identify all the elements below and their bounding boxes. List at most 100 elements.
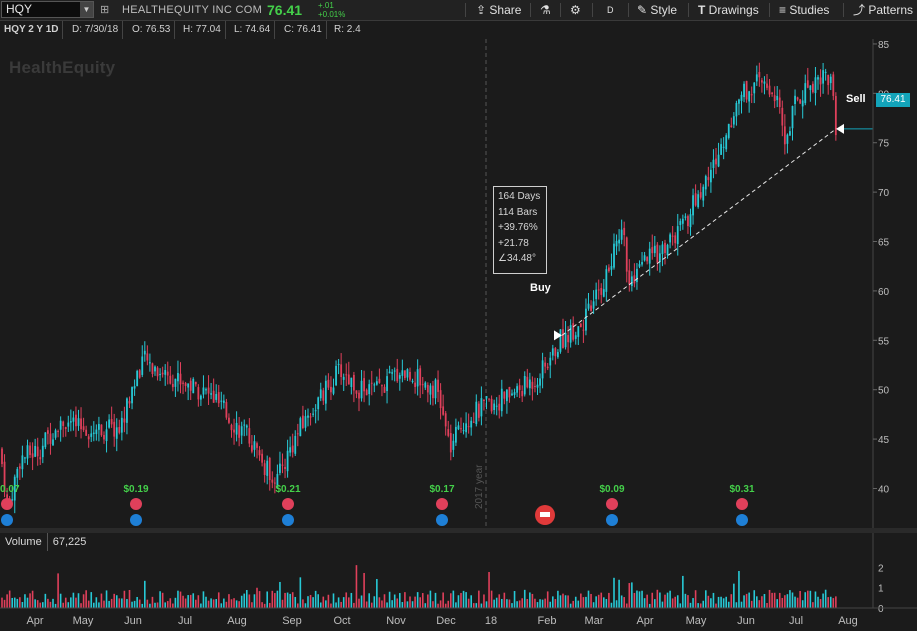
candle-body (169, 375, 172, 384)
style-button[interactable]: ✎ Style (637, 0, 677, 20)
gear-icon[interactable]: ⚙ (570, 0, 581, 20)
candle-body (414, 382, 416, 387)
volume-bar (113, 593, 115, 608)
volume-bar (745, 593, 748, 608)
dividend-blue-icon (436, 514, 448, 526)
volume-chart[interactable]: 210 Apr May Jun Jul Aug Sep Oct Nov Dec 18 Feb Mar A… (0, 533, 917, 631)
volume-bar (370, 602, 373, 608)
volume-bar (235, 600, 238, 608)
candle-body (322, 390, 325, 401)
candle-body (120, 417, 123, 433)
sell-arrow-icon (836, 123, 844, 134)
volume-bar (233, 598, 235, 608)
candle-body (704, 176, 707, 190)
candle-body (268, 457, 271, 481)
price-chart[interactable]: 2017 year $0.07 $0.19 $0.21 $0.17 $0.09 $0.31… (0, 39, 917, 528)
candle-body (829, 76, 832, 84)
volume-bar (243, 593, 246, 608)
measure-bubble[interactable]: 164 Days 114 Bars +39.76% +21.78 ∠34.48° (493, 186, 547, 274)
candle-body (475, 401, 478, 425)
candle-body (702, 186, 705, 201)
candle-body (554, 348, 557, 357)
volume-bar (368, 593, 370, 608)
candle-body (773, 95, 776, 102)
volume-bar (393, 594, 396, 608)
volume-bar (166, 601, 169, 608)
candles (1, 62, 837, 514)
volume-bar (189, 594, 192, 608)
volume-bar (450, 593, 452, 608)
measure-points: +21.78 (498, 237, 529, 249)
candle-body (648, 248, 651, 264)
volume-bar (228, 594, 230, 608)
candle-body (480, 398, 483, 417)
share-button[interactable]: ⇪ Share (476, 0, 521, 20)
divider (843, 3, 844, 17)
volume-bar (472, 603, 475, 608)
volume-bar (699, 603, 702, 608)
symbol-input[interactable]: HQY ▼ (1, 1, 94, 18)
volume-bar (498, 594, 501, 608)
dividend-red-icon (736, 498, 748, 510)
chevron-down-icon[interactable]: ▼ (80, 2, 93, 17)
volume-bar (508, 599, 511, 608)
candle-body (806, 80, 809, 88)
candle-body (572, 323, 575, 340)
volume-bar (654, 599, 656, 608)
volume-bar (549, 601, 552, 608)
dividend-blue-icon (606, 514, 618, 526)
patterns-button[interactable]: ⤴ Patterns (853, 0, 913, 20)
candle-body (72, 417, 75, 422)
volume-bar (778, 592, 781, 608)
share-icon: ⇪ (476, 3, 490, 17)
candle-body (608, 267, 610, 272)
candle-body (783, 126, 786, 145)
drawings-icon: T (698, 3, 709, 17)
date-readout: D: 7/30/18 (68, 21, 124, 39)
price-tick-label: 75 (878, 139, 890, 150)
price-axis[interactable]: 40455055606570758085 (872, 39, 917, 528)
candle-body (674, 235, 677, 244)
volume-bar (529, 592, 531, 608)
candle-body (582, 329, 585, 331)
volume-bar (197, 595, 200, 608)
candle-body (373, 384, 376, 386)
volume-bar (819, 599, 822, 608)
divider (560, 3, 561, 17)
grid-icon[interactable]: ⊞ (100, 0, 109, 20)
volume-bar (720, 596, 722, 608)
volume-bar (268, 602, 271, 608)
volume-bar (52, 598, 54, 608)
candle-body (85, 429, 88, 436)
volume-bar (694, 590, 697, 608)
candle-body (411, 380, 414, 383)
volume-bar (605, 599, 608, 608)
candle-body (467, 426, 470, 428)
flask-icon[interactable]: ⚗ (540, 0, 551, 20)
period-label[interactable]: HQY 2 Y 1D (0, 21, 64, 39)
volume-bar (223, 598, 225, 608)
volume-bar (230, 599, 233, 608)
candle-body (401, 370, 404, 376)
drawings-button[interactable]: T Drawings (698, 0, 759, 20)
volume-bar (554, 599, 557, 608)
candle-body (528, 379, 531, 389)
candle-body (324, 380, 327, 404)
volume-bar (753, 590, 756, 608)
candle-body (146, 353, 149, 361)
candle-body (304, 416, 307, 428)
volume-bar (404, 592, 406, 608)
volume-bar (470, 595, 472, 608)
candle-body (302, 415, 304, 429)
time-axis[interactable]: Apr May Jun Jul Aug Sep Oct Nov Dec 18 Feb Mar Apr Ma… (0, 607, 917, 627)
volume-bar (177, 590, 179, 608)
candle-body (360, 380, 363, 399)
buy-label: Buy (530, 282, 551, 294)
candle-body (271, 479, 274, 483)
candle-body (235, 422, 238, 435)
studies-button[interactable]: ≡ Studies (779, 0, 829, 20)
time-tick-label: Jul (178, 615, 192, 627)
volume-bar (615, 600, 618, 608)
daily-button[interactable]: D (607, 0, 614, 20)
volume-bar (174, 597, 177, 608)
